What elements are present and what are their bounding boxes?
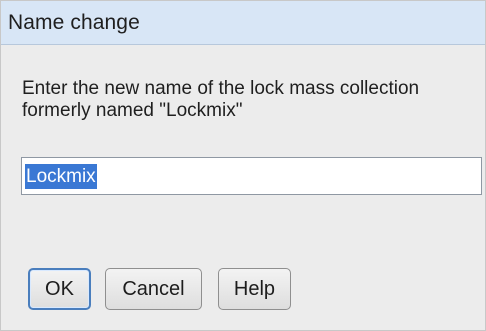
prompt-text-line-2: formerly named "Lockmix" xyxy=(22,100,243,121)
prompt-text-line-1: Enter the new name of the lock mass coll… xyxy=(22,78,420,99)
dialog-titlebar[interactable]: Name change xyxy=(1,1,485,45)
cancel-button[interactable]: Cancel xyxy=(105,268,202,310)
name-change-dialog: Name change Enter the new name of the lo… xyxy=(0,0,486,331)
help-button[interactable]: Help xyxy=(218,268,291,310)
dialog-title: Name change xyxy=(8,10,140,34)
new-name-field[interactable]: Lockmix xyxy=(21,157,482,195)
ok-button[interactable]: OK xyxy=(28,268,91,310)
dialog-body: Enter the new name of the lock mass coll… xyxy=(1,45,485,330)
selected-field-text[interactable]: Lockmix xyxy=(25,163,97,189)
